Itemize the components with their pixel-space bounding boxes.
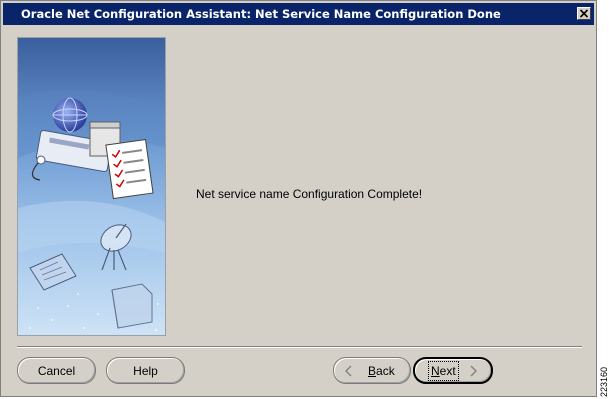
next-button-label: Next [428,360,459,381]
button-separator [17,346,582,348]
chevron-right-icon [470,365,477,376]
svg-text:223160: 223160 [599,367,609,397]
figure-id-label: 223160 [599,367,609,397]
help-button[interactable]: Help [106,357,185,384]
title-bar[interactable]: Oracle Net Configuration Assistant: Net … [3,3,594,25]
next-button[interactable]: Next [413,357,493,384]
back-button[interactable]: Back [333,357,411,384]
wizard-banner-image [17,37,166,336]
close-icon [580,9,588,18]
completion-message: Net service name Configuration Complete! [196,187,423,201]
back-button-label: Back [368,363,395,378]
cancel-button-label: Cancel [37,363,76,378]
dialog-window: Oracle Net Configuration Assistant: Net … [0,0,597,397]
chevron-left-icon [345,365,352,376]
help-button-label: Help [133,363,158,378]
close-button[interactable] [577,7,591,20]
window-title: Oracle Net Configuration Assistant: Net … [21,7,501,21]
cancel-button[interactable]: Cancel [17,357,96,384]
